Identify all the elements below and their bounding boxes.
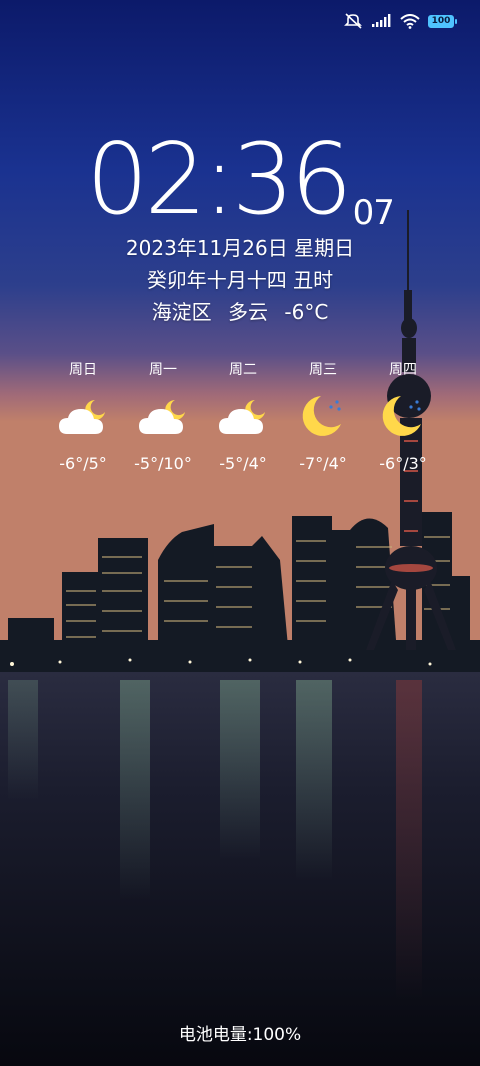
- mute-icon: [344, 13, 364, 29]
- wifi-icon: [400, 13, 420, 29]
- battery-icon: 100: [428, 14, 457, 28]
- forecast-day: 周四 -6°/3°: [363, 360, 443, 473]
- current-weather[interactable]: 海淀区 多云 -6°C: [0, 296, 480, 325]
- forecast-temp: -5°/4°: [219, 454, 267, 473]
- forecast-day-label: 周日: [69, 362, 97, 378]
- clock-time: 02:36: [86, 123, 352, 237]
- forecast-day: 周一 -5°/10°: [123, 360, 203, 473]
- forecast-day-label: 周二: [229, 362, 257, 378]
- lunar-date-text: 癸卯年十月十四 丑时: [146, 268, 334, 292]
- date-text: 2023年11月26日 星期日: [125, 236, 355, 260]
- partly-cloudy-night-icon: [219, 400, 265, 434]
- status-bar: 100: [344, 10, 457, 32]
- forecast-temp: -5°/10°: [134, 454, 192, 473]
- clear-night-icon: [382, 396, 421, 436]
- forecast-day: 周三 -7°/4°: [283, 360, 363, 473]
- weather-forecast[interactable]: 周日 -6°/5° 周一 -5°/10° 周二 -5°/4° 周三 -7°/4°: [43, 360, 443, 473]
- clock-seconds: 07: [352, 193, 395, 233]
- weather-district: 海淀区: [151, 300, 212, 324]
- clear-night-icon: [302, 396, 341, 436]
- battery-level: 100: [431, 16, 451, 26]
- forecast-day-label: 周四: [389, 362, 417, 378]
- forecast-day-label: 周一: [149, 362, 177, 378]
- forecast-temp: -6°/3°: [379, 454, 427, 473]
- forecast-day: 周二 -5°/4°: [203, 360, 283, 473]
- weather-temperature: -6°C: [284, 300, 329, 324]
- partly-cloudy-night-icon: [59, 400, 105, 434]
- forecast-temp: -6°/5°: [59, 454, 107, 473]
- weather-condition: 多云: [228, 300, 269, 324]
- signal-icon: [372, 14, 392, 28]
- forecast-day: 周日 -6°/5°: [43, 360, 123, 473]
- battery-charge-text: 电池电量:100%: [178, 1025, 302, 1045]
- forecast-temp: -7°/4°: [299, 454, 347, 473]
- lockscreen-clock: 02:36 07: [0, 125, 480, 235]
- forecast-day-label: 周三: [309, 362, 337, 378]
- partly-cloudy-night-icon: [139, 400, 185, 434]
